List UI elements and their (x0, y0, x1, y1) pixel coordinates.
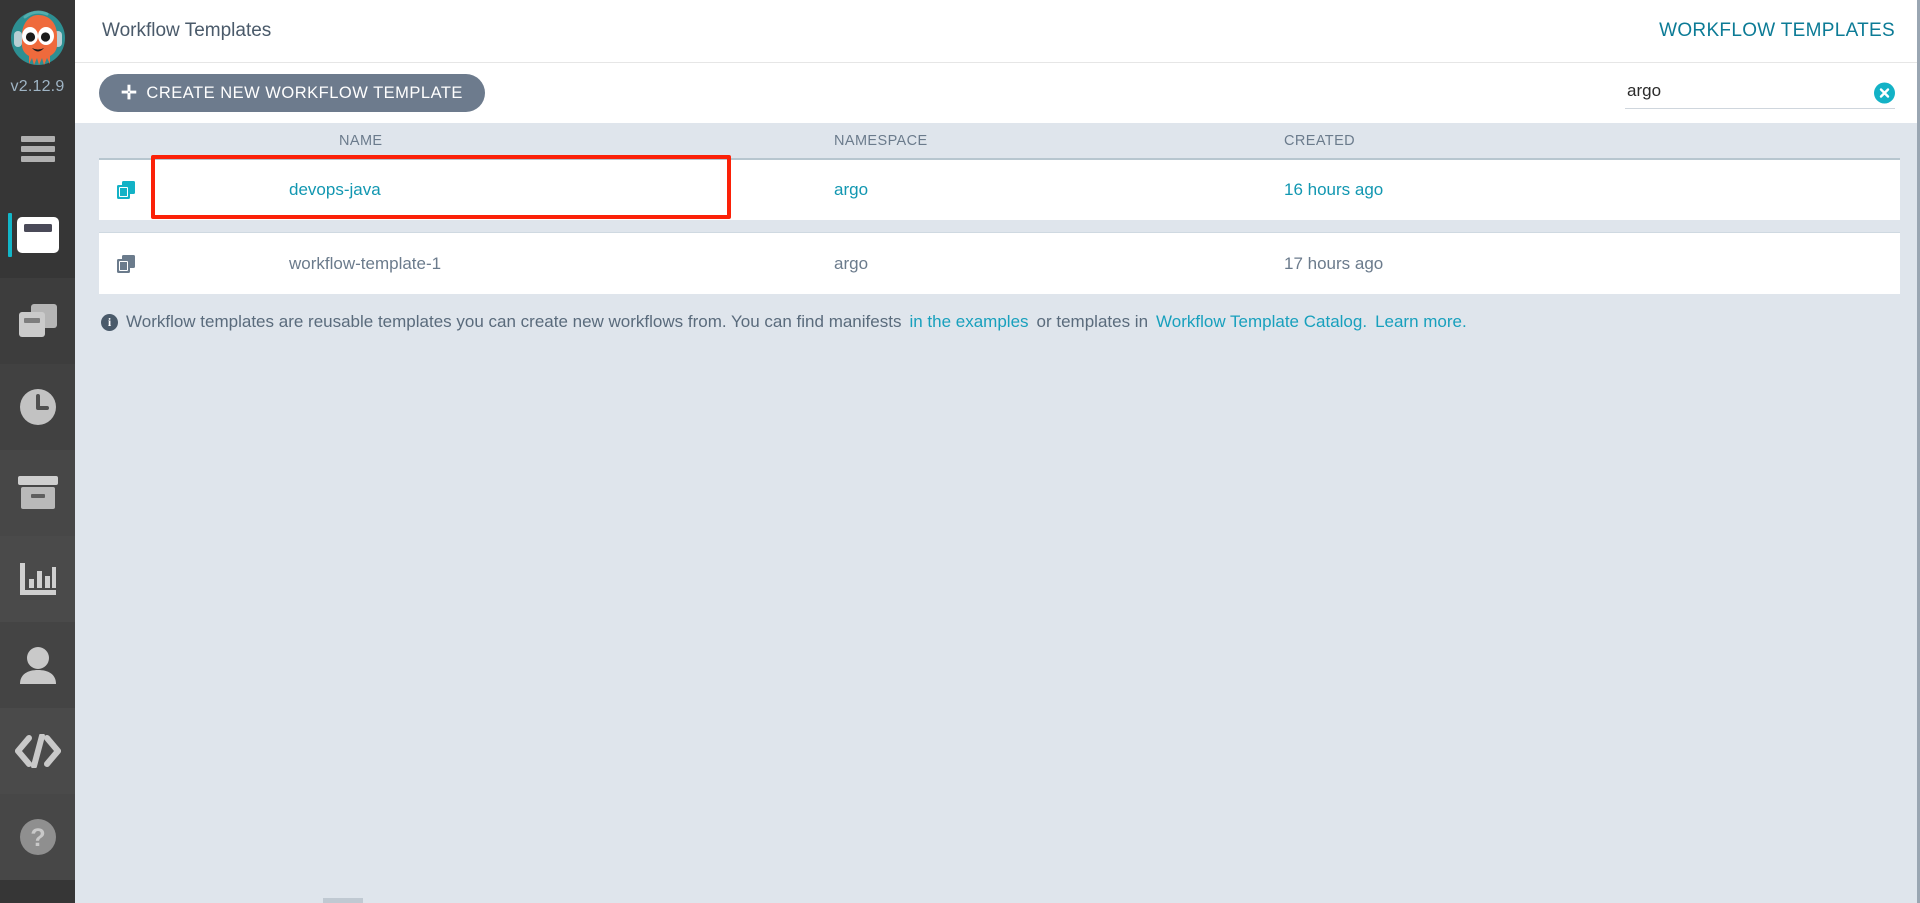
topbar: Workflow Templates WORKFLOW TEMPLATES (75, 0, 1920, 63)
sidebar-item-help[interactable]: ? (0, 794, 75, 880)
page-title: Workflow Templates (102, 20, 272, 41)
row-name-cell: devops-java (99, 180, 834, 200)
sidebar-item-workflow-templates[interactable] (0, 278, 75, 364)
templates-list-content: NAME NAMESPACE CREATED devops-java argo … (75, 123, 1920, 903)
topbar-context-label: WORKFLOW TEMPLATES (1659, 20, 1895, 41)
workflow-template-catalog-link[interactable]: Workflow Template Catalog. (1156, 312, 1367, 332)
sidebar-item-api-docs[interactable] (0, 708, 75, 794)
close-icon (1879, 88, 1890, 98)
sidebar-nav: ? (0, 106, 75, 880)
column-header-created: CREATED (1284, 132, 1356, 149)
argo-octopus-logo (10, 10, 65, 65)
hamburger-menu-icon (20, 136, 55, 162)
examples-link[interactable]: in the examples (909, 312, 1028, 332)
row-created-cell: 17 hours ago (1284, 253, 1384, 273)
column-header-name: NAME (339, 132, 383, 149)
window-icon (16, 217, 59, 253)
info-text-1: Workflow templates are reusable template… (126, 312, 902, 331)
sidebar-logo-area[interactable]: v2.12.9 (0, 0, 75, 106)
question-mark-icon: ? (19, 819, 56, 855)
copy-stack-icon (18, 304, 57, 337)
plus-icon: ✛ (121, 82, 138, 104)
search-area (1625, 77, 1895, 109)
learn-more-link[interactable]: Learn more. (1375, 312, 1467, 332)
clock-icon (19, 389, 56, 425)
svg-text:?: ? (30, 824, 45, 852)
sidebar-item-cron-workflows[interactable] (0, 364, 75, 450)
template-name-link[interactable]: devops-java (147, 180, 381, 200)
table-header-row: NAME NAMESPACE CREATED (75, 123, 1920, 158)
table-row[interactable]: devops-java argo 16 hours ago (99, 158, 1900, 220)
copy-stack-icon (99, 254, 147, 274)
sidebar-version: v2.12.9 (10, 78, 65, 95)
sidebar-item-menu[interactable] (0, 106, 75, 192)
sidebar-item-archived-workflows[interactable] (0, 450, 75, 536)
info-text-2: or templates in (1036, 312, 1149, 331)
toolbar: ✛ CREATE NEW WORKFLOW TEMPLATE (75, 63, 1920, 123)
sidebar-item-reports[interactable] (0, 536, 75, 622)
copy-stack-icon (99, 180, 147, 200)
row-namespace-cell: argo (834, 253, 869, 273)
row-separator (75, 220, 1920, 232)
sidebar: v2.12.9 ? (0, 0, 75, 903)
user-icon (19, 647, 56, 684)
template-name-link[interactable]: workflow-template-1 (147, 254, 441, 274)
archive-box-icon (17, 476, 58, 509)
code-brackets-icon (14, 734, 61, 768)
sidebar-item-user[interactable] (0, 622, 75, 708)
clear-search-button[interactable] (1874, 82, 1895, 104)
horizontal-scroll-nub[interactable] (323, 898, 363, 903)
row-namespace-cell: argo (834, 180, 869, 199)
main-panel: Workflow Templates WORKFLOW TEMPLATES ✛ … (75, 0, 1920, 903)
table-row[interactable]: workflow-template-1 argo 17 hours ago (99, 232, 1900, 294)
create-new-workflow-template-button[interactable]: ✛ CREATE NEW WORKFLOW TEMPLATE (99, 74, 485, 112)
search-input[interactable] (1625, 77, 1895, 109)
row-created-cell: 16 hours ago (1284, 180, 1384, 199)
bar-chart-icon (19, 563, 56, 595)
create-button-label: CREATE NEW WORKFLOW TEMPLATE (146, 83, 463, 102)
row-name-cell: workflow-template-1 (99, 254, 834, 274)
column-header-namespace: NAMESPACE (834, 132, 928, 149)
info-footer: i Workflow templates are reusable templa… (75, 294, 1920, 332)
sidebar-item-workflows[interactable] (0, 192, 75, 278)
app-root: v2.12.9 ? Workflow Templates WORKFLOW TE… (0, 0, 1920, 903)
info-icon: i (101, 313, 118, 331)
